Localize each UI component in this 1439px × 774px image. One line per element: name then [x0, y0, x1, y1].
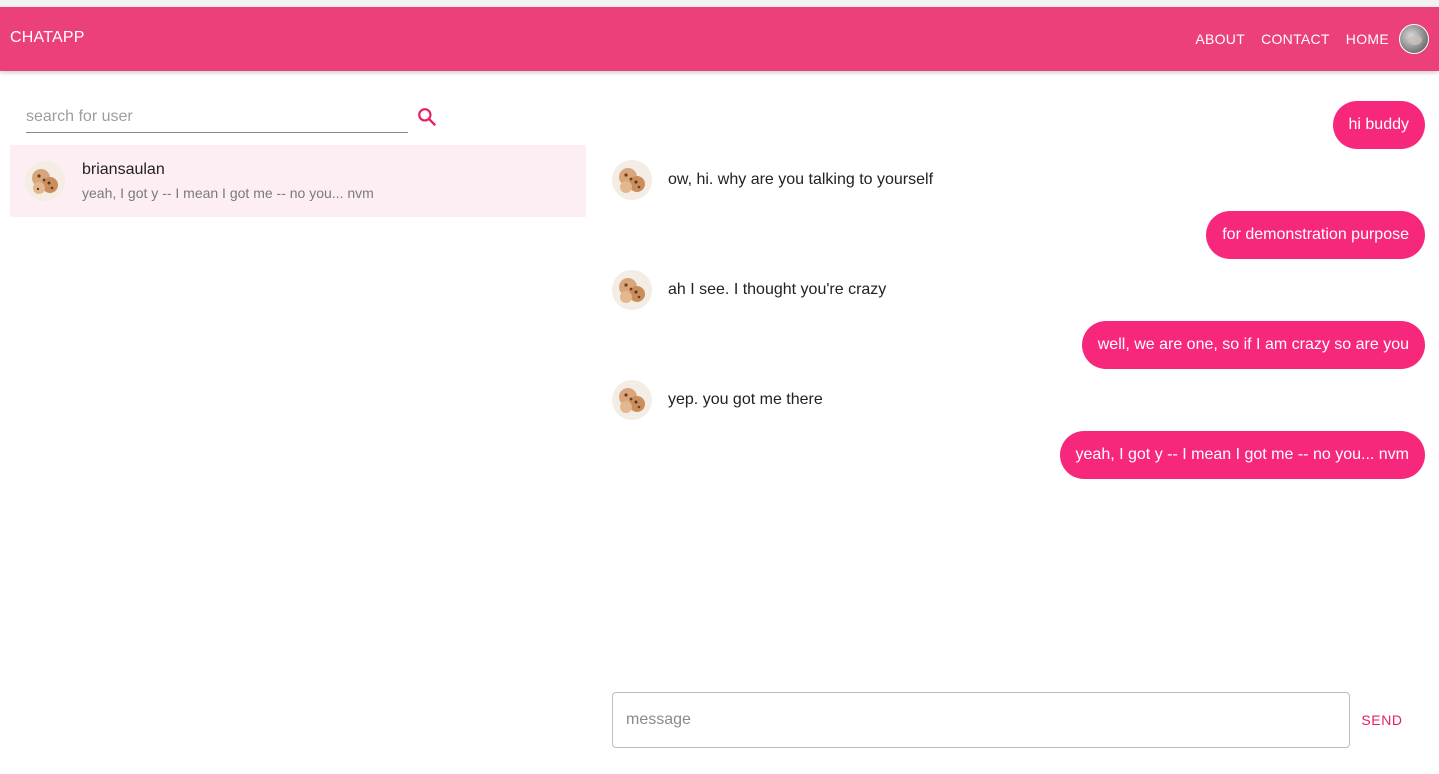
message-bubble: well, we are one, so if I am crazy so ar… [1081, 321, 1425, 369]
message-bubble: hi buddy [1332, 101, 1425, 149]
browser-top-strip [0, 0, 1439, 7]
app-bar: CHATAPP ABOUT CONTACT HOME [0, 7, 1439, 71]
message-outgoing: well, we are one, so if I am crazy so ar… [612, 320, 1425, 369]
message-incoming: ah I see. I thought you're crazy [612, 270, 1425, 318]
search-input[interactable] [26, 106, 406, 128]
message-incoming: yep. you got me there [612, 380, 1425, 428]
cookie-avatar-icon [25, 161, 65, 201]
message-outgoing: yeah, I got y -- I mean I got me -- no y… [612, 430, 1425, 479]
message-text: yep. you got me there [668, 391, 823, 408]
contact-last-message: yeah, I got y -- I mean I got me -- no y… [82, 185, 374, 201]
message-bubble: for demonstration purpose [1206, 211, 1425, 259]
nav-about-link[interactable]: ABOUT [1195, 31, 1245, 47]
message-text: ow, hi. why are you talking to yourself [668, 171, 934, 188]
contact-name: briansaulan [82, 161, 165, 178]
send-button[interactable]: SEND [1356, 704, 1408, 736]
top-nav: ABOUT CONTACT HOME [1179, 23, 1429, 55]
sender-avatar [612, 160, 652, 200]
cookie-avatar-icon [612, 380, 652, 420]
cookie-avatar-icon [612, 270, 652, 310]
user-avatar[interactable] [1399, 24, 1429, 54]
message-text: ah I see. I thought you're crazy [668, 281, 887, 298]
cookie-avatar-icon [612, 160, 652, 200]
sender-avatar [612, 270, 652, 310]
nav-home-link[interactable]: HOME [1346, 31, 1389, 47]
search-button[interactable] [414, 104, 440, 130]
search-icon [418, 108, 436, 126]
sender-avatar [612, 380, 652, 420]
contact-list-item[interactable]: briansaulan yeah, I got y -- I mean I go… [10, 145, 586, 217]
message-list: hi buddy ow, hi. why are you talking to … [612, 100, 1425, 490]
message-outgoing: for demonstration purpose [612, 210, 1425, 259]
app-title[interactable]: CHATAPP [10, 29, 85, 47]
nav-contact-link[interactable]: CONTACT [1261, 31, 1330, 47]
message-incoming: ow, hi. why are you talking to yourself [612, 160, 1425, 208]
message-outgoing: hi buddy [612, 100, 1425, 149]
search-field [26, 100, 408, 133]
message-composer [612, 692, 1350, 748]
contact-avatar [25, 161, 65, 201]
message-bubble: yeah, I got y -- I mean I got me -- no y… [1059, 431, 1425, 479]
message-input[interactable] [626, 709, 1326, 731]
